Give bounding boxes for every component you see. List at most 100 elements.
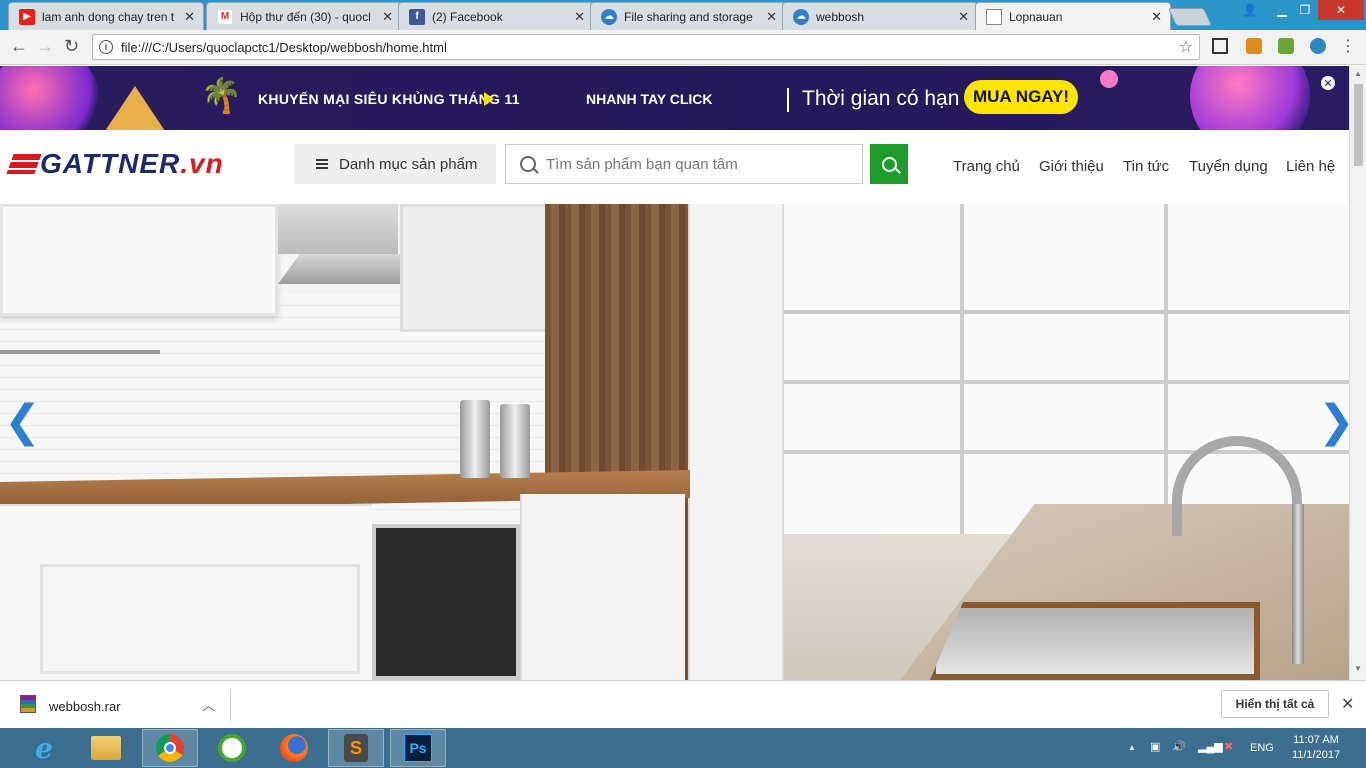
clock-time: 11:07 AM [1293, 734, 1339, 746]
buy-now-button[interactable]: MUA NGAY! [964, 80, 1078, 114]
page-icon [986, 8, 1002, 25]
youtube-icon: ▶ [19, 8, 35, 25]
utensil-rail [0, 350, 160, 354]
promo-banner[interactable]: 🌴 KHUYẾN MẠI SIÊU KHỦNG THÁNG 11 NHANH T… [0, 66, 1349, 130]
volume-icon[interactable]: 🔊 [1172, 740, 1186, 753]
search-icon [881, 156, 897, 172]
search-icon [520, 156, 536, 172]
divider [230, 689, 231, 721]
extension-icon[interactable] [1310, 38, 1326, 54]
nav-about[interactable]: Giới thiệu [1039, 158, 1104, 175]
close-shelf-icon[interactable]: ✕ [1341, 694, 1354, 714]
url-text[interactable]: file:///C:/Users/quoclapctc1/Desktop/web… [121, 40, 447, 55]
category-menu-button[interactable]: Danh mục sản phẩm [294, 144, 496, 184]
close-tab-icon[interactable]: ✕ [382, 9, 393, 25]
bookmark-star-icon[interactable]: ☆ [1179, 37, 1193, 57]
cloud-icon: ☁ [793, 8, 809, 25]
nav-careers[interactable]: Tuyển dụng [1189, 158, 1268, 175]
show-all-downloads-button[interactable]: Hiển thị tất cả [1221, 690, 1329, 718]
logo-tld: .vn [180, 148, 224, 179]
user-icon[interactable]: 👤 [1238, 0, 1262, 20]
system-clock[interactable]: 11:07 AM 11/1/2017 [1288, 733, 1344, 763]
play-arrow-icon [484, 92, 494, 106]
tray-expand-icon[interactable]: ▲ [1128, 743, 1136, 752]
network-error-icon[interactable]: ✖ [1224, 740, 1233, 753]
address-bar[interactable]: i file:///C:/Users/quoclapctc1/Desktop/w… [92, 34, 1200, 60]
banner-divider [787, 88, 789, 112]
banner-close-icon[interactable]: ✕ [1321, 76, 1335, 90]
extension-icon[interactable] [1246, 38, 1262, 54]
explorer-icon[interactable] [78, 729, 134, 767]
language-indicator[interactable]: ENG [1250, 742, 1274, 754]
search-input[interactable] [546, 155, 846, 173]
reload-icon[interactable]: ↻ [64, 36, 79, 57]
coccoc-icon[interactable] [204, 729, 260, 767]
nav-contact[interactable]: Liên hệ [1286, 158, 1335, 175]
restore-icon[interactable]: ❐ [1292, 0, 1318, 20]
planet-decoration [1190, 66, 1310, 130]
category-label: Danh mục sản phẩm [339, 155, 478, 173]
banner-time-text: Thời gian có hạn [802, 87, 960, 110]
canister [460, 400, 490, 478]
oven [372, 524, 520, 680]
tab-youtube[interactable]: ▶ lam anh dong chay tren t ✕ [8, 2, 204, 30]
bubble-decoration [1100, 70, 1118, 88]
range-hood [278, 204, 398, 254]
tab-file-sharing[interactable]: ☁ File sharing and storage ✕ [590, 2, 786, 30]
menu-icon[interactable]: ⋮ [1340, 36, 1356, 56]
tab-lopnauan[interactable]: Lopnauan ✕ [975, 2, 1171, 30]
close-tab-icon[interactable]: ✕ [766, 9, 777, 25]
slider-prev-icon[interactable]: ❮ [4, 396, 41, 447]
scroll-thumb[interactable] [1354, 84, 1363, 166]
taskbar: e S Ps ▲ ▣ 🔊 ▂▄▆ ✖ ENG 11:07 AM 11/1/201… [0, 728, 1366, 768]
site-logo[interactable]: GATTNER .vn [6, 148, 224, 180]
nav-news[interactable]: Tin tức [1123, 158, 1169, 175]
ie-icon[interactable]: e [16, 729, 72, 767]
tab-webbosh[interactable]: ☁ webbosh ✕ [782, 2, 978, 30]
gmail-icon: M [217, 8, 233, 25]
network-adapter-icon[interactable]: ▣ [1150, 740, 1160, 753]
signal-icon[interactable]: ▂▄▆ [1198, 740, 1223, 753]
upper-cabinet [0, 204, 278, 316]
page-scrollbar[interactable]: ▲ ▼ [1349, 66, 1366, 680]
chrome-icon[interactable] [142, 729, 198, 767]
hamburger-icon [316, 159, 328, 169]
extension-icon[interactable] [1278, 38, 1294, 54]
hero-slider[interactable] [0, 204, 1349, 680]
banner-promo-text: KHUYẾN MẠI SIÊU KHỦNG THÁNG 11 [258, 91, 520, 107]
screenshot-ext-icon[interactable] [1212, 38, 1228, 54]
forward-icon[interactable]: → [36, 36, 54, 57]
scroll-down-icon[interactable]: ▼ [1354, 664, 1362, 673]
photoshop-icon[interactable]: Ps [390, 729, 446, 767]
tab-facebook[interactable]: f (2) Facebook ✕ [398, 2, 594, 30]
sublime-icon[interactable]: S [328, 729, 384, 767]
close-tab-icon[interactable]: ✕ [184, 9, 195, 25]
palm-tree-icon: 🌴 [200, 77, 243, 115]
info-icon[interactable]: i [99, 40, 113, 54]
chevron-up-icon[interactable]: ︿ [202, 695, 215, 714]
logo-mark-icon [6, 154, 42, 174]
hat-decoration [95, 86, 175, 130]
close-tab-icon[interactable]: ✕ [958, 9, 969, 25]
new-tab-button[interactable] [1167, 8, 1213, 26]
winrar-icon [20, 695, 36, 713]
scroll-up-icon[interactable]: ▲ [1354, 69, 1362, 78]
search-button[interactable] [870, 144, 908, 184]
browser-toolbar: ← → ↻ i file:///C:/Users/quoclapctc1/Des… [0, 30, 1366, 65]
close-window-icon[interactable]: ✕ [1318, 0, 1364, 20]
download-filename[interactable]: webbosh.rar [49, 699, 121, 714]
planet-decoration [0, 66, 100, 130]
tab-strip: ▶ lam anh dong chay tren t ✕ M Hộp thư đ… [0, 0, 1366, 30]
facebook-icon: f [409, 8, 425, 25]
tab-gmail[interactable]: M Hộp thư đến (30) - quocl ✕ [206, 2, 402, 30]
cabinet-door [40, 564, 360, 674]
search-box [505, 144, 863, 184]
back-icon[interactable]: ← [10, 36, 28, 57]
close-tab-icon[interactable]: ✕ [1151, 9, 1162, 25]
tall-cabinet [688, 204, 784, 680]
faucet [1292, 504, 1304, 664]
close-tab-icon[interactable]: ✕ [574, 9, 585, 25]
nav-home[interactable]: Trang chủ [953, 158, 1020, 175]
firefox-icon[interactable] [266, 729, 322, 767]
clock-date: 11/1/2017 [1291, 749, 1341, 761]
